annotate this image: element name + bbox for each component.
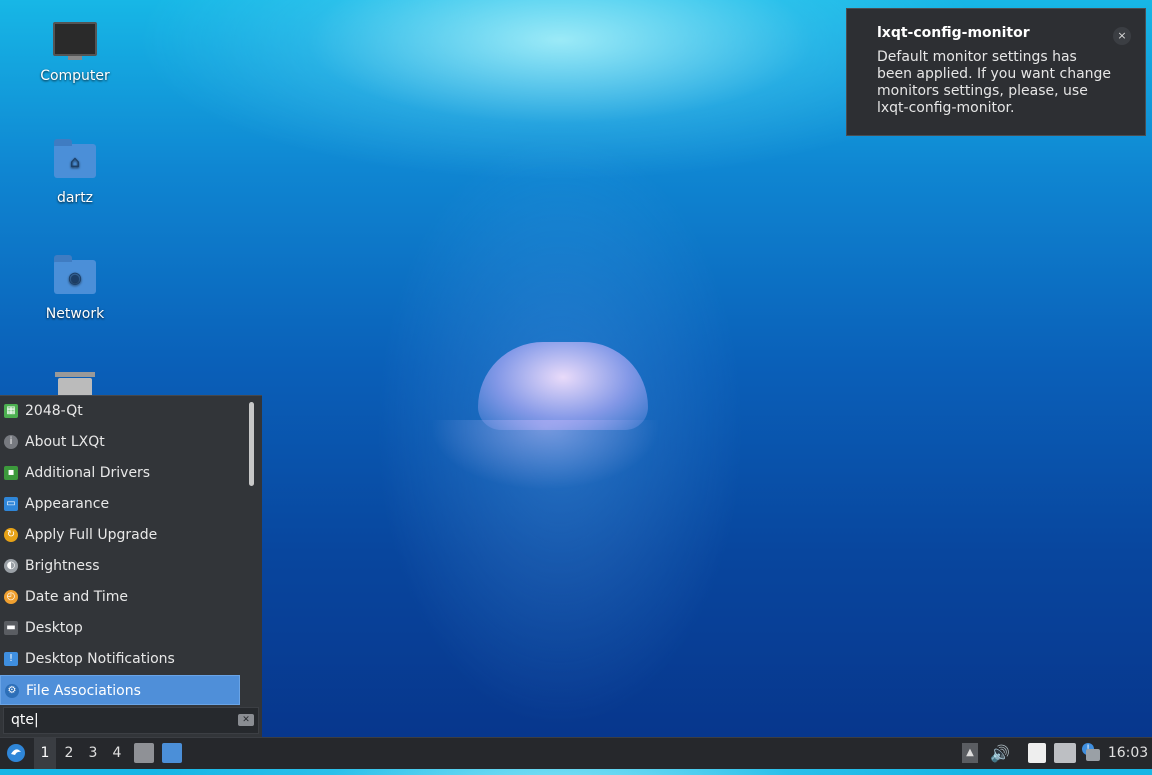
search-text: qte [11,712,34,728]
clipboard-icon[interactable] [1028,743,1046,763]
notification-body: Default monitor settings has been applie… [877,49,1112,116]
file-manager-icon[interactable] [134,743,154,763]
menu-item[interactable]: ◴ Date and Time [0,582,240,612]
brightness-icon: ◐ [4,559,18,573]
menu-item-selected[interactable]: ⚙ File Associations [0,675,240,705]
desktop-icon-label: dartz [56,190,94,206]
menu-item-label: Brightness [25,558,100,574]
menu-item[interactable]: ▪ Additional Drivers [0,458,240,488]
desktop-icon-label: Computer [40,68,110,84]
desktop-icon-label: Network [45,306,105,322]
menu-item[interactable]: i About LXQt [0,427,240,457]
desktop-switcher-2[interactable]: 2 [58,738,80,769]
chip-icon: ▪ [4,466,18,480]
menu-item-label: Desktop Notifications [25,651,175,667]
menu-item[interactable]: ↻ Apply Full Upgrade [0,520,240,550]
notification-popup[interactable]: lxqt-config-monitor Default monitor sett… [846,8,1146,136]
menu-item[interactable]: ▦ 2048-Qt [0,396,240,426]
start-menu: ▦ 2048-Qt i About LXQt ▪ Additional Driv… [0,395,262,738]
text-cursor: | [34,712,39,728]
tray-up-arrow-icon[interactable]: ▲ [962,743,978,763]
desktop-icon: ▬ [4,621,18,635]
lxqt-logo-icon [7,744,25,762]
wallpaper-jellyfish [478,342,648,430]
menu-item-label: 2048-Qt [25,403,83,419]
wallpaper-jellyfish-tentacles [430,420,660,490]
menu-item[interactable]: ▭ Appearance [0,489,240,519]
info-icon: i [4,435,18,449]
notification-tray-icon[interactable]: ! [1080,743,1102,763]
network-icon[interactable] [1054,743,1076,763]
menu-scrollbar[interactable] [249,402,254,486]
menu-item[interactable]: ◐ Brightness [0,551,240,581]
home-folder-icon: ⌂ [53,139,97,184]
menu-item-label: Apply Full Upgrade [25,527,158,543]
menu-search-input[interactable]: qte| ✕ [3,707,259,734]
taskbar: 1 2 3 4 ▲ 🔊 ! 16:03 [0,737,1152,769]
menu-item-label: Desktop [25,620,83,636]
desktop-switcher-4[interactable]: 4 [106,738,128,769]
appearance-icon: ▭ [4,497,18,511]
show-desktop-icon[interactable] [162,743,182,763]
menu-item-label: Appearance [25,496,110,512]
start-menu-button[interactable] [4,738,28,769]
menu-item-label: About LXQt [25,434,105,450]
menu-item[interactable]: ! Desktop Notifications [0,644,240,674]
network-folder-icon: ◉ [53,255,97,300]
clock[interactable]: 16:03 [1106,738,1150,769]
notification-title: lxqt-config-monitor [877,25,1030,41]
notification-icon: ! [4,652,18,666]
desktop-icon-computer[interactable]: Computer [20,22,130,84]
menu-item-label: Additional Drivers [25,465,151,481]
desktop-switcher-3[interactable]: 3 [82,738,104,769]
volume-icon[interactable]: 🔊 [988,738,1012,769]
game-2048-icon: ▦ [4,404,18,418]
file-associations-icon: ⚙ [5,684,19,698]
menu-item-label: File Associations [26,683,141,699]
computer-icon [53,22,97,62]
upgrade-icon: ↻ [4,528,18,542]
menu-item-label: Date and Time [25,589,128,605]
desktop-switcher-1[interactable]: 1 [34,738,56,769]
clear-icon[interactable]: ✕ [238,714,254,726]
desktop-icon-home[interactable]: ⌂ dartz [20,139,130,206]
menu-item[interactable]: ▬ Desktop [0,613,240,643]
close-icon[interactable]: × [1113,27,1131,45]
clock-icon: ◴ [4,590,18,604]
desktop-icon-network[interactable]: ◉ Network [20,255,130,322]
